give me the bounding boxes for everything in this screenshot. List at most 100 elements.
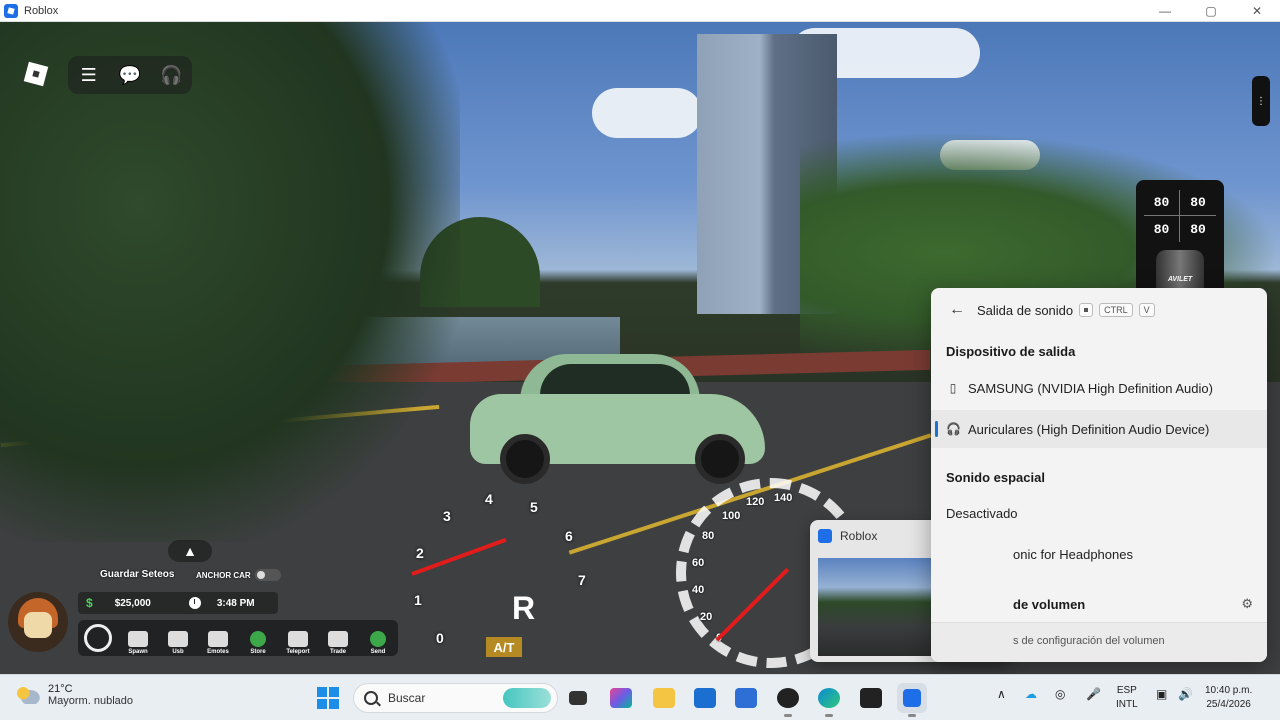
store-button[interactable]: Store [238, 621, 278, 655]
tach-mark-4: 4 [485, 491, 493, 507]
maximize-button[interactable]: ▢ [1188, 0, 1234, 22]
minimize-button[interactable]: — [1142, 0, 1188, 22]
spatial-sound-header: Sonido espacial [946, 470, 1045, 485]
hamburger-menu-icon[interactable]: ☰ [75, 61, 103, 89]
speaker-icon: ▯ [949, 381, 957, 395]
file-explorer-icon[interactable] [649, 683, 679, 713]
windows-key-icon [1079, 303, 1094, 317]
device-headphones[interactable]: 🎧 Auriculares (High Definition Audio Dev… [931, 410, 1267, 448]
volume-mixer-label[interactable]: de volumen [1013, 597, 1085, 612]
cloud [592, 88, 702, 138]
device-label: Auriculares (High Definition Audio Devic… [968, 421, 1210, 437]
window-title: Roblox [24, 4, 59, 17]
anchor-toggle-switch[interactable] [254, 569, 281, 581]
player-avatar[interactable] [8, 592, 68, 652]
roblox-app-icon [4, 3, 18, 18]
headphones-icon: 🎧 [946, 422, 961, 436]
tach-mark-1: 1 [414, 592, 422, 608]
spatial-off-option[interactable]: Desactivado [946, 506, 1018, 521]
tach-mark-3: 3 [443, 508, 451, 524]
emotes-button[interactable]: Emotes [198, 621, 238, 655]
tire-brand: AVILET [1167, 276, 1193, 283]
tach-mark-7: 7 [578, 572, 586, 588]
search-icon [364, 691, 378, 705]
tach-mark-6: 6 [565, 528, 573, 544]
epic-games-icon[interactable] [856, 683, 886, 713]
language-indicator[interactable]: ESP INTL [1116, 684, 1138, 712]
flyout-footer: s de configuración del volumen [931, 622, 1267, 662]
gear-indicator: R [512, 590, 536, 626]
transmission-mode-badge: A/T [486, 637, 522, 657]
thumbnail-title: Roblox [840, 529, 878, 543]
tach-mark-5: 5 [530, 499, 538, 515]
back-arrow-icon[interactable]: ← [941, 301, 973, 319]
spawn-button[interactable]: Spawn [118, 621, 158, 655]
tray-chevron-icon[interactable]: ∧ [997, 687, 1006, 701]
money-time-row: $ $25,000 3:48 PM [78, 592, 278, 614]
player-car [470, 354, 770, 484]
windows-taskbar: 21°C Mayorm. nublado Buscar ∧ ☁ ◎ 🎤 ESP … [0, 674, 1280, 720]
trade-button[interactable]: Trade [318, 621, 358, 655]
output-device-header: Dispositivo de salida [946, 344, 1076, 359]
ctrl-key: CTRL [1099, 303, 1133, 317]
headset-icon[interactable]: 🎧 [157, 61, 185, 89]
chat-icon[interactable]: 💬 [116, 61, 144, 89]
clock-icon [188, 597, 201, 609]
tire-fl-value: 80 [1144, 190, 1180, 216]
save-settings-label[interactable]: Guardar Seteos [100, 569, 174, 580]
speed-mark-60: 60 [692, 557, 705, 569]
speed-mark-80: 80 [702, 530, 715, 542]
taskbar-search[interactable]: Buscar [353, 683, 558, 713]
device-label: SAMSUNG (NVIDIA High Definition Audio) [968, 380, 1213, 396]
hud-action-bar: Spawn Usb Emotes Store Teleport Trade Se… [78, 620, 398, 656]
weather-desc: Mayorm. nublado [48, 695, 133, 707]
search-highlight-icon [503, 688, 551, 708]
speed-mark-140: 140 [774, 492, 793, 504]
volume-icon[interactable]: 🔊 [1178, 687, 1193, 701]
taskbar-clock[interactable]: 10:40 p.m. 25/4/2026 [1205, 684, 1252, 712]
tire-fr-value: 80 [1180, 190, 1216, 216]
v-key: V [1138, 303, 1155, 317]
teleport-button[interactable]: Teleport [278, 621, 318, 655]
top-menu-bar: ☰ 💬 🎧 [68, 56, 192, 94]
network-tray-icon[interactable]: ◎ [1055, 687, 1065, 701]
tach-mark-0: 0 [436, 630, 444, 646]
roblox-taskbar-icon[interactable] [897, 683, 927, 717]
start-button-icon[interactable] [317, 687, 339, 709]
sound-output-flyout: ← Salida de sonido CTRL V Dispositivo de… [931, 288, 1267, 662]
game-time: 3:48 PM [216, 597, 255, 609]
spatial-headphones-option[interactable]: onic for Headphones [1013, 547, 1133, 562]
dollar-icon: $ [86, 596, 93, 610]
anchor-car-toggle[interactable]: ANCHOR CAR [196, 569, 281, 581]
settings-gear-icon[interactable]: ⚙ [1241, 596, 1253, 612]
close-button[interactable]: ✕ [1234, 0, 1280, 22]
weather-widget[interactable]: 21°C Mayorm. nublado [16, 683, 133, 707]
weather-temp: 21°C [48, 683, 73, 695]
speed-mark-100: 100 [722, 510, 741, 522]
flyout-title: Salida de sonido [977, 302, 1074, 318]
settings-gear-icon[interactable] [84, 624, 112, 652]
task-view-icon[interactable] [563, 683, 593, 713]
send-button[interactable]: Send [358, 621, 398, 655]
tire-rl-value: 80 [1144, 216, 1180, 242]
copilot-icon[interactable] [606, 683, 636, 713]
tree-left [0, 22, 460, 542]
usb-button[interactable]: Usb [158, 621, 198, 655]
roblox-app-icon [818, 529, 832, 543]
speed-mark-120: 120 [746, 496, 765, 508]
hud-toggle-button[interactable]: ▲ [168, 540, 212, 562]
side-panel-handle[interactable]: ⋮ [1252, 76, 1270, 126]
device-samsung[interactable]: ▯ SAMSUNG (NVIDIA High Definition Audio) [931, 369, 1267, 407]
window-titlebar: Roblox — ▢ ✕ [0, 0, 1280, 22]
steam-icon[interactable] [773, 683, 803, 717]
volume-settings-link[interactable]: s de configuración del volumen [1013, 635, 1165, 647]
money-value: $25,000 [114, 597, 151, 609]
outlook-icon[interactable] [690, 683, 720, 713]
anchor-car-label: ANCHOR CAR [196, 570, 251, 580]
edge-icon[interactable] [814, 683, 844, 717]
store-icon[interactable] [731, 683, 761, 713]
wifi-icon[interactable]: ▣ [1156, 687, 1167, 701]
onedrive-icon[interactable]: ☁ [1025, 687, 1037, 701]
flyout-header: ← Salida de sonido CTRL V [931, 288, 1267, 332]
microphone-icon[interactable]: 🎤 [1086, 687, 1101, 701]
